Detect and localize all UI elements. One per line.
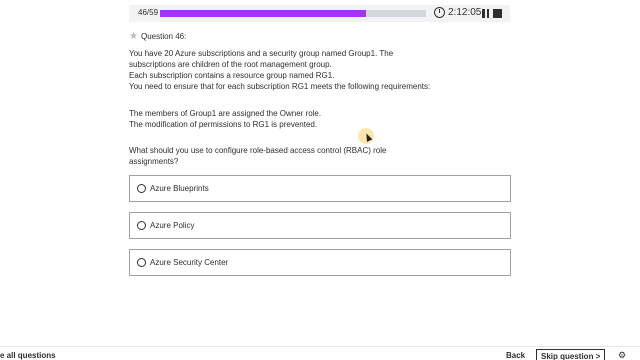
radio-button[interactable] xyxy=(137,221,146,230)
stop-icon[interactable] xyxy=(493,9,502,18)
requirement-line: The members of Group1 are assigned the O… xyxy=(129,109,322,118)
option-label: Azure Policy xyxy=(150,221,195,230)
question-line: You have 20 Azure subscriptions and a se… xyxy=(129,49,394,58)
question-counter: 46/59 xyxy=(138,8,159,17)
star-icon[interactable]: ★ xyxy=(129,31,138,42)
back-button[interactable]: Back xyxy=(506,351,525,360)
answer-option-security-center[interactable]: Azure Security Center xyxy=(129,249,511,276)
gear-icon[interactable]: ⚙ xyxy=(618,350,626,360)
radio-button[interactable] xyxy=(137,258,146,267)
radio-button[interactable] xyxy=(137,184,146,193)
question-line: Each subscription contains a resource gr… xyxy=(129,71,335,80)
footer-bar: e all questions Back Skip question > ⚙ xyxy=(0,346,640,360)
timer-text: 2:12:05 xyxy=(448,7,482,18)
question-heading: ★ Question 46: xyxy=(129,31,186,42)
question-prompt: What should you use to configure role-ba… xyxy=(129,145,469,167)
option-label: Azure Blueprints xyxy=(150,184,209,193)
prompt-line: assignments? xyxy=(129,157,179,166)
requirements: The members of Group1 are assigned the O… xyxy=(129,108,469,130)
question-body: You have 20 Azure subscriptions and a se… xyxy=(129,48,469,92)
option-label: Azure Security Center xyxy=(150,258,229,267)
skip-question-button[interactable]: Skip question > xyxy=(536,349,605,360)
progress-bar xyxy=(160,10,426,17)
question-line: You need to ensure that for each subscri… xyxy=(129,82,431,91)
pause-icon[interactable] xyxy=(482,9,489,18)
all-questions-link[interactable]: e all questions xyxy=(0,351,56,360)
prompt-line: What should you use to configure role-ba… xyxy=(129,146,387,155)
answer-option-policy[interactable]: Azure Policy xyxy=(129,212,511,239)
progress-fill xyxy=(160,10,367,17)
timer-icon xyxy=(434,7,445,18)
answer-option-blueprints[interactable]: Azure Blueprints xyxy=(129,175,511,202)
question-number: Question 46: xyxy=(140,32,187,41)
requirement-line: The modification of permissions to RG1 i… xyxy=(129,120,318,129)
question-line: subscriptions are children of the root m… xyxy=(129,60,332,69)
quiz-toolbar: 46/59 2:12:05 xyxy=(129,5,510,22)
